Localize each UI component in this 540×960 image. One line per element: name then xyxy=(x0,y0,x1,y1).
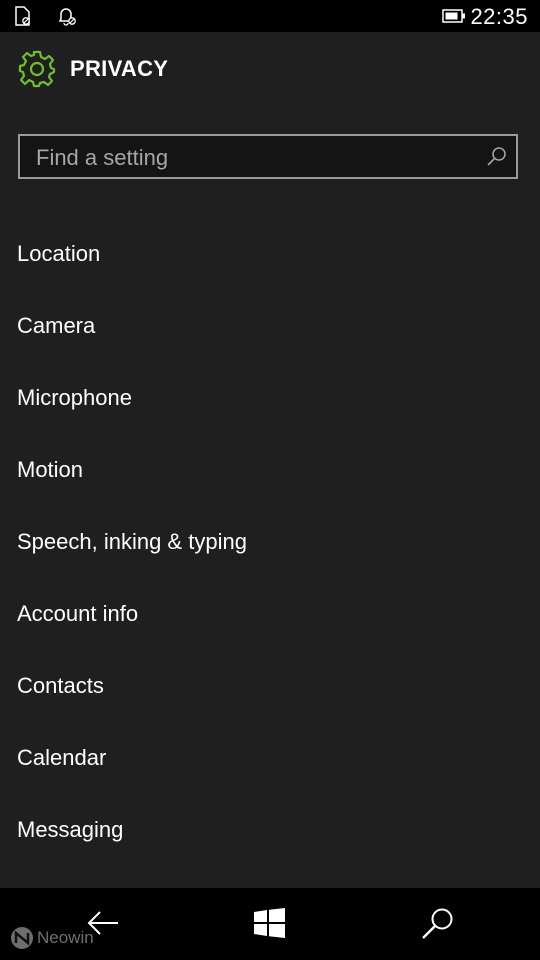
menu-item-calendar[interactable]: Calendar xyxy=(0,722,540,794)
menu-item-location[interactable]: Location xyxy=(0,218,540,290)
search-input[interactable] xyxy=(20,136,478,179)
windows-icon[interactable] xyxy=(254,908,286,943)
watermark-text: Neowin xyxy=(37,928,94,947)
menu-item-motion[interactable]: Motion xyxy=(0,434,540,506)
alarm-icon xyxy=(56,6,78,31)
search-icon[interactable] xyxy=(420,906,456,947)
navigation-bar xyxy=(0,888,540,960)
menu-item-messaging[interactable]: Messaging xyxy=(0,794,540,866)
search-icon[interactable] xyxy=(486,146,508,173)
gear-icon xyxy=(18,50,56,93)
sim-icon xyxy=(14,6,32,31)
neowin-logo-icon xyxy=(10,926,34,955)
status-bar: 22:35 xyxy=(0,0,540,32)
menu-item-account-info[interactable]: Account info xyxy=(0,578,540,650)
menu-item-microphone[interactable]: Microphone xyxy=(0,362,540,434)
battery-icon xyxy=(442,9,466,28)
menu-item-speech-inking-typing[interactable]: Speech, inking & typing xyxy=(0,506,540,578)
clock-time: 22:35 xyxy=(470,4,528,29)
privacy-menu-list: Location Camera Microphone Motion Speech… xyxy=(0,218,540,866)
page-title: PRIVACY xyxy=(70,56,169,81)
search-box[interactable] xyxy=(18,134,518,179)
menu-item-contacts[interactable]: Contacts xyxy=(0,650,540,722)
menu-item-camera[interactable]: Camera xyxy=(0,290,540,362)
page-header: PRIVACY xyxy=(0,32,540,112)
